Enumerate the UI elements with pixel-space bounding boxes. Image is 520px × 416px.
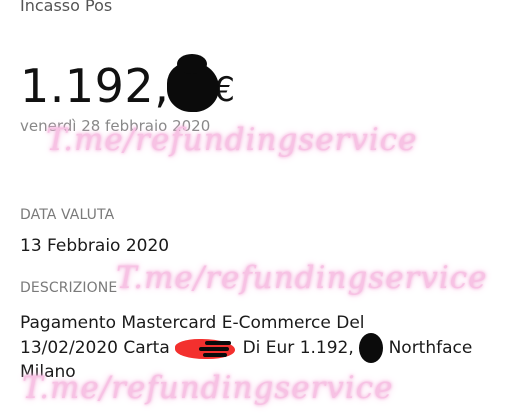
amount-display: 1.192, € [20, 52, 235, 112]
description-card-prefix: 13/02/2020 Carta [20, 338, 170, 358]
description-label: DESCRIZIONE [20, 280, 118, 296]
description-line: Pagamento Mastercard E-Commerce Del [20, 313, 365, 333]
transaction-type-label: Incasso Pos [20, 0, 113, 15]
amount-value: 1.192, [20, 59, 170, 113]
cents-redaction [359, 333, 384, 363]
value-date-label: DATA VALUTA [20, 207, 115, 223]
watermark-text: T.me/refundingservice [116, 260, 488, 296]
description-line: 13/02/2020 Carta Di Eur 1.192, Northface [20, 333, 473, 363]
description-amount: Di Eur 1.192, [242, 338, 354, 358]
card-number-redaction [175, 339, 237, 359]
amount-redaction [167, 54, 221, 112]
description-merchant: Northface [388, 338, 473, 358]
watermark-text: T.me/refundingservice [22, 370, 394, 406]
watermark-text: T.me/refundingservice [46, 122, 418, 158]
value-date: 13 Febbraio 2020 [20, 236, 170, 256]
